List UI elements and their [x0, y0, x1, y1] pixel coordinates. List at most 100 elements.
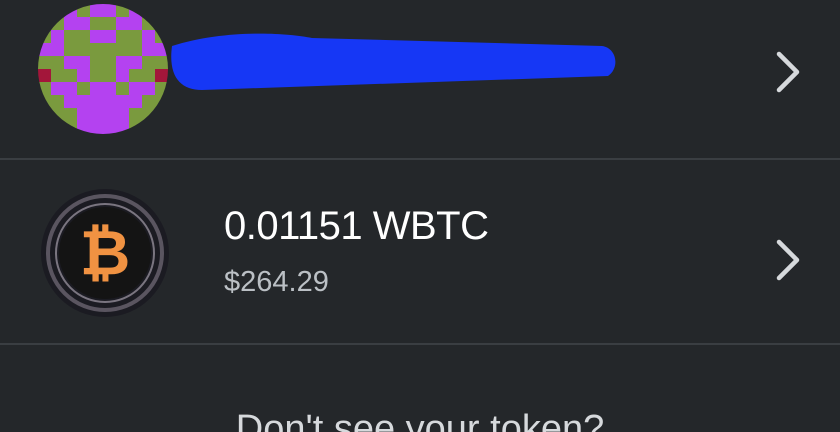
identicon-cell: [155, 108, 168, 121]
identicon-cell: [90, 4, 103, 17]
identicon-cell: [103, 82, 116, 95]
identicon-cell: [103, 56, 116, 69]
identicon-cell: [116, 108, 129, 121]
identicon-cell: [38, 69, 51, 82]
identicon-cell: [64, 4, 77, 17]
identicon-cell: [90, 95, 103, 108]
identicon-cell: [116, 17, 129, 30]
identicon-cell: [51, 4, 64, 17]
identicon-cell: [38, 95, 51, 108]
identicon-cell: [64, 95, 77, 108]
identicon-cell: [90, 17, 103, 30]
identicon-cell: [77, 43, 90, 56]
identicon-cell: [51, 108, 64, 121]
redaction-scribble: [171, 33, 616, 90]
identicon-cell: [116, 43, 129, 56]
identicon-cell: [38, 108, 51, 121]
identicon-cell: [64, 43, 77, 56]
identicon-cell: [142, 30, 155, 43]
identicon-cell: [38, 17, 51, 30]
wbtc-logo-icon: ₿: [41, 189, 169, 317]
identicon-cell: [129, 69, 142, 82]
identicon-cell: [103, 69, 116, 82]
identicon-cell: [51, 82, 64, 95]
identicon-cell: [51, 69, 64, 82]
identicon-cell: [77, 121, 90, 134]
identicon-cell: [116, 82, 129, 95]
identicon-cell: [142, 95, 155, 108]
identicon-cell: [116, 69, 129, 82]
identicon-cell: [77, 17, 90, 30]
identicon-cell: [116, 30, 129, 43]
identicon-cell: [129, 82, 142, 95]
identicon-cell: [90, 82, 103, 95]
identicon-cell: [116, 4, 129, 17]
identicon-cell: [77, 82, 90, 95]
dont-see-token-link[interactable]: Don't see your token?: [0, 408, 840, 432]
identicon-cell: [129, 108, 142, 121]
identicon-cell: [38, 43, 51, 56]
identicon-cell: [103, 17, 116, 30]
identicon-cell: [38, 82, 51, 95]
identicon-cell: [64, 69, 77, 82]
identicon-cell: [51, 30, 64, 43]
identicon-avatar-icon: [38, 4, 168, 134]
chevron-right-icon[interactable]: [774, 50, 802, 94]
identicon-cell: [103, 121, 116, 134]
identicon-cell: [51, 56, 64, 69]
identicon-cell: [155, 121, 168, 134]
token-fiat-value: $264.29: [224, 266, 329, 298]
identicon-cell: [51, 17, 64, 30]
identicon-cell: [116, 95, 129, 108]
identicon-cell: [77, 69, 90, 82]
identicon-cell: [103, 95, 116, 108]
token-list-screen: ₿ 0.01151 WBTC $264.29 Don't see your to…: [0, 0, 840, 432]
identicon-cell: [90, 43, 103, 56]
identicon-cell: [103, 108, 116, 121]
identicon-cell: [51, 43, 64, 56]
identicon-cell: [155, 4, 168, 17]
identicon-cell: [51, 95, 64, 108]
chevron-right-icon[interactable]: [774, 238, 802, 282]
identicon-cell: [142, 43, 155, 56]
identicon-cell: [103, 30, 116, 43]
identicon-cell: [155, 95, 168, 108]
identicon-cell: [64, 108, 77, 121]
identicon-cell: [38, 56, 51, 69]
identicon-cell: [90, 108, 103, 121]
identicon-cell: [77, 56, 90, 69]
identicon-cell: [142, 56, 155, 69]
identicon-cell: [64, 56, 77, 69]
identicon-cell: [142, 121, 155, 134]
identicon-cell: [129, 30, 142, 43]
identicon-cell: [38, 4, 51, 17]
identicon-cell: [103, 43, 116, 56]
identicon-cell: [38, 121, 51, 134]
identicon-cell: [142, 82, 155, 95]
identicon-cell: [77, 95, 90, 108]
identicon-cell: [142, 108, 155, 121]
identicon-cell: [142, 17, 155, 30]
identicon-cell: [90, 69, 103, 82]
identicon-cell: [129, 17, 142, 30]
divider: [0, 343, 840, 345]
identicon-cell: [64, 82, 77, 95]
identicon-cell: [142, 69, 155, 82]
identicon-cell: [77, 4, 90, 17]
identicon-cell: [129, 121, 142, 134]
identicon-cell: [129, 95, 142, 108]
identicon-cell: [90, 30, 103, 43]
identicon-cell: [116, 121, 129, 134]
token-row-redacted[interactable]: [0, 0, 840, 156]
identicon-cell: [64, 121, 77, 134]
svg-text:₿: ₿: [80, 219, 131, 288]
identicon-cell: [51, 121, 64, 134]
identicon-cell: [103, 4, 116, 17]
identicon-cell: [77, 30, 90, 43]
identicon-cell: [129, 4, 142, 17]
identicon-cell: [64, 17, 77, 30]
identicon-cell: [116, 56, 129, 69]
identicon-cell: [90, 56, 103, 69]
identicon-cell: [64, 30, 77, 43]
identicon-cell: [129, 43, 142, 56]
